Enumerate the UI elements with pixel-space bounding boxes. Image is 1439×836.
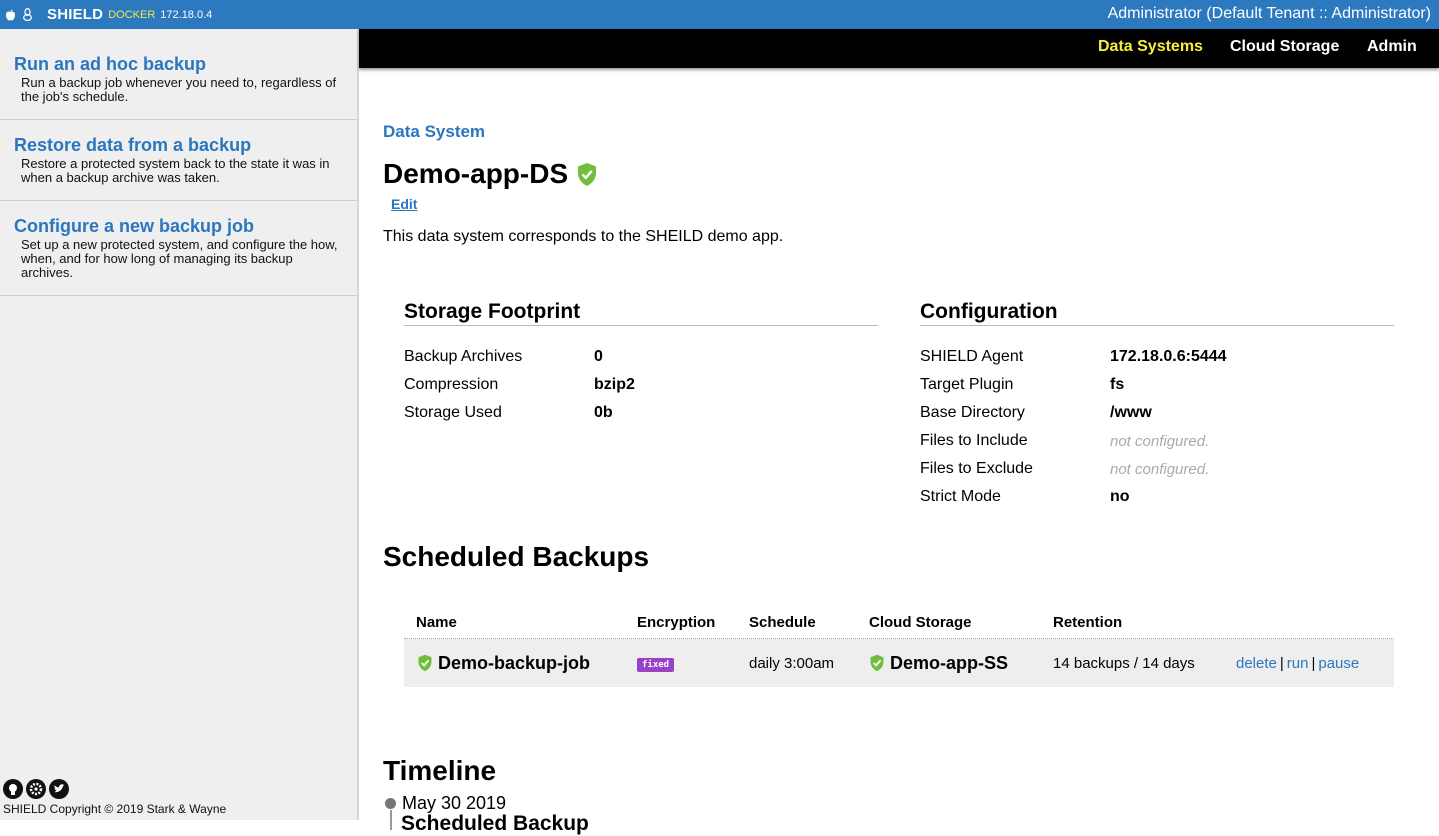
page-title-text: Demo-app-DS (383, 158, 569, 189)
encryption-cell: fixed (637, 654, 749, 672)
kv-row: Target Plugin fs (920, 371, 1394, 399)
kv-key: Backup Archives (404, 348, 523, 365)
page-title: Demo-app-DS (383, 158, 598, 190)
retention-cell: 14 backups / 14 days (1053, 654, 1195, 672)
shield-check-icon (418, 654, 432, 672)
table-row: Demo-backup-job fixed daily 3:00am Demo-… (404, 639, 1394, 687)
kv-row: Strict Mode no (920, 483, 1394, 511)
schedule-cell: daily 3:00am (749, 654, 835, 672)
kv-key: SHIELD Agent (920, 348, 1024, 365)
configuration-panel: Configuration SHIELD Agent 172.18.0.6:54… (920, 300, 1394, 511)
sidebar: Run an ad hoc backup Run a backup job wh… (0, 29, 359, 820)
apple-icon (6, 9, 15, 20)
separator: | (1311, 654, 1316, 672)
edit-link[interactable]: Edit (391, 196, 417, 212)
timeline-date: May 30 2019 (385, 793, 506, 814)
column-header: Cloud Storage (869, 614, 972, 631)
sidebar-item-configure-job[interactable]: Configure a new backup job Set up a new … (0, 201, 357, 296)
sidebar-item-adhoc-backup[interactable]: Run an ad hoc backup Run a backup job wh… (0, 29, 357, 120)
timeline-date-text: May 30 2019 (402, 793, 507, 813)
sidebar-item-description: Run a backup job whenever you need to, r… (21, 75, 337, 104)
encryption-badge: fixed (637, 658, 675, 672)
scheduled-backups-table: Name Encryption Schedule Cloud Storage R… (404, 607, 1394, 687)
top-bar: SHIELD DOCKER 172.18.0.4 Administrator (… (0, 0, 1439, 29)
linux-icon (23, 8, 32, 21)
job-name-cell: Demo-backup-job (404, 653, 637, 674)
kv-key: Target Plugin (920, 376, 1014, 393)
kv-row: Files to Include not configured. (920, 427, 1394, 455)
kv-row: Backup Archives 0 (404, 343, 878, 371)
kv-row: Storage Used 0b (404, 399, 878, 427)
kv-row: Base Directory /www (920, 399, 1394, 427)
kv-key: Base Directory (920, 404, 1025, 421)
sidebar-item-description: Set up a new protected system, and confi… (21, 237, 338, 280)
kv-row: Compression bzip2 (404, 371, 878, 399)
kv-key: Strict Mode (920, 488, 1001, 505)
separator: | (1279, 654, 1284, 672)
kv-key: Files to Exclude (920, 460, 1033, 477)
column-header: Name (416, 614, 457, 631)
kv-value: 0b (594, 404, 613, 421)
kv-value: /www (1110, 404, 1152, 421)
nav-cloud-storage[interactable]: Cloud Storage (1230, 38, 1339, 56)
social-links (3, 779, 226, 799)
page-description: This data system corresponds to the SHEI… (383, 228, 784, 245)
main-nav: Data Systems Cloud Storage Admin (359, 29, 1439, 68)
shield-check-icon (578, 162, 597, 186)
section-heading-scheduled-backups: Scheduled Backups (383, 541, 650, 572)
shield-check-icon (870, 654, 884, 672)
kv-value: not configured. (1110, 432, 1210, 450)
nav-admin[interactable]: Admin (1367, 38, 1417, 56)
timeline-line (390, 810, 392, 830)
kv-row: SHIELD Agent 172.18.0.6:5444 (920, 343, 1394, 371)
kv-key: Compression (404, 376, 499, 393)
storage-footprint-panel: Storage Footprint Backup Archives 0 Comp… (404, 300, 878, 427)
kv-value: fs (1110, 376, 1125, 393)
cloud-storage-cell: Demo-app-SS (869, 653, 1053, 674)
panel-heading: Storage Footprint (404, 300, 878, 326)
kv-value: bzip2 (594, 376, 635, 393)
job-name[interactable]: Demo-backup-job (438, 653, 590, 674)
sidebar-item-restore[interactable]: Restore data from a backup Restore a pro… (0, 120, 357, 201)
sidebar-footer: SHIELD Copyright © 2019 Stark & Wayne (3, 779, 226, 816)
panel-heading: Configuration (920, 300, 1394, 326)
twitter-icon[interactable] (49, 779, 69, 799)
delete-link[interactable]: delete (1236, 655, 1277, 672)
sidebar-item-description: Restore a protected system back to the s… (21, 156, 330, 185)
sidebar-item-title[interactable]: Restore data from a backup (14, 135, 343, 155)
copyright-text: SHIELD Copyright © 2019 Stark & Wayne (3, 802, 227, 816)
user-menu[interactable]: Administrator (Default Tenant :: Adminis… (1108, 5, 1431, 23)
gear-icon[interactable] (26, 779, 46, 799)
run-link[interactable]: run (1287, 655, 1309, 672)
sidebar-item-title[interactable]: Run an ad hoc backup (14, 54, 343, 74)
ip-address: 172.18.0.4 (160, 8, 213, 21)
kv-value: not configured. (1110, 460, 1210, 478)
sidebar-item-title[interactable]: Configure a new backup job (14, 216, 343, 236)
kv-key: Storage Used (404, 404, 502, 421)
kv-value: 0 (594, 348, 603, 365)
os-icons (5, 8, 33, 21)
section-heading-timeline: Timeline (383, 755, 497, 786)
kv-value: 172.18.0.6:5444 (1110, 348, 1227, 365)
github-icon[interactable] (3, 779, 23, 799)
cloud-storage-name[interactable]: Demo-app-SS (890, 653, 1008, 674)
kv-key: Files to Include (920, 432, 1028, 449)
table-header: Name Encryption Schedule Cloud Storage R… (404, 607, 1394, 639)
pause-link[interactable]: pause (1318, 655, 1359, 672)
timeline-entry-title: Scheduled Backup (401, 812, 589, 835)
column-header: Schedule (749, 614, 816, 631)
environment-label: DOCKER (108, 8, 156, 21)
column-header: Retention (1053, 614, 1123, 631)
kv-row: Files to Exclude not configured. (920, 455, 1394, 483)
nav-data-systems[interactable]: Data Systems (1098, 38, 1203, 56)
kv-value: no (1110, 488, 1130, 505)
column-header: Encryption (637, 614, 716, 631)
breadcrumb[interactable]: Data System (383, 122, 485, 142)
brand-name[interactable]: SHIELD (47, 6, 103, 23)
timeline-dot (385, 798, 396, 809)
actions-cell: delete | run | pause (1236, 655, 1394, 672)
